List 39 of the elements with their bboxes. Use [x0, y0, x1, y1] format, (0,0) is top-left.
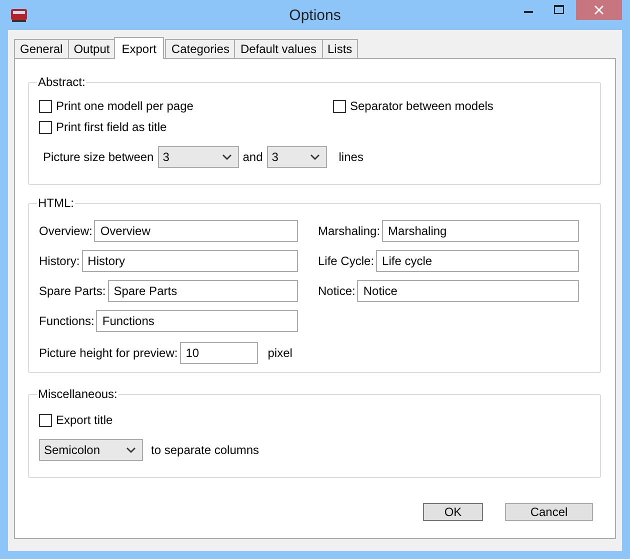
- field-label: Life Cycle:: [318, 254, 374, 268]
- tab[interactable]: Lists: [322, 39, 358, 58]
- dropdown[interactable]: Semicolon: [39, 439, 143, 461]
- checkbox[interactable]: Separator between models: [333, 99, 590, 113]
- tab[interactable]: General: [14, 39, 69, 58]
- group-label: Abstract:: [37, 75, 86, 89]
- text-field[interactable]: Life cycle: [376, 250, 579, 272]
- field-label: Picture height for preview:: [39, 346, 178, 360]
- tab[interactable]: Output: [68, 39, 116, 58]
- dropdown[interactable]: 3: [158, 146, 239, 168]
- text-field[interactable]: Overview: [94, 220, 298, 242]
- field-label: Notice:: [318, 284, 356, 298]
- cancel-button[interactable]: Cancel: [505, 503, 593, 521]
- field-label: Marshaling:: [318, 224, 380, 238]
- text-field[interactable]: Notice: [357, 280, 579, 302]
- window-title: Options: [289, 7, 341, 24]
- group-label: HTML:: [37, 196, 75, 210]
- field-label: History:: [39, 254, 80, 268]
- ok-button[interactable]: OK: [423, 503, 483, 521]
- field-label: Overview:: [39, 224, 92, 238]
- dropdown[interactable]: 3: [266, 146, 327, 168]
- separator-label: to separate columns: [151, 443, 260, 457]
- unit-label: pixel: [268, 346, 292, 360]
- picture-size-label: Picture size between: [43, 150, 154, 164]
- unit-label: lines: [338, 150, 364, 164]
- text-field[interactable]: 10: [180, 342, 258, 364]
- text-field[interactable]: Marshaling: [382, 220, 579, 242]
- tab[interactable]: Export: [114, 37, 164, 59]
- checkbox[interactable]: Print first field as title: [39, 120, 333, 134]
- field-label: Functions:: [39, 314, 94, 328]
- field-label: Spare Parts:: [39, 284, 106, 298]
- text-field[interactable]: Spare Parts: [108, 280, 298, 302]
- tab[interactable]: Categories: [165, 39, 236, 58]
- and-label: and: [242, 150, 263, 164]
- checkbox[interactable]: Export title: [39, 413, 590, 427]
- text-field[interactable]: History: [82, 250, 298, 272]
- checkbox[interactable]: Print one modell per page: [39, 99, 333, 113]
- group-label: Miscellaneous:: [37, 387, 118, 401]
- text-field[interactable]: Functions: [96, 310, 298, 332]
